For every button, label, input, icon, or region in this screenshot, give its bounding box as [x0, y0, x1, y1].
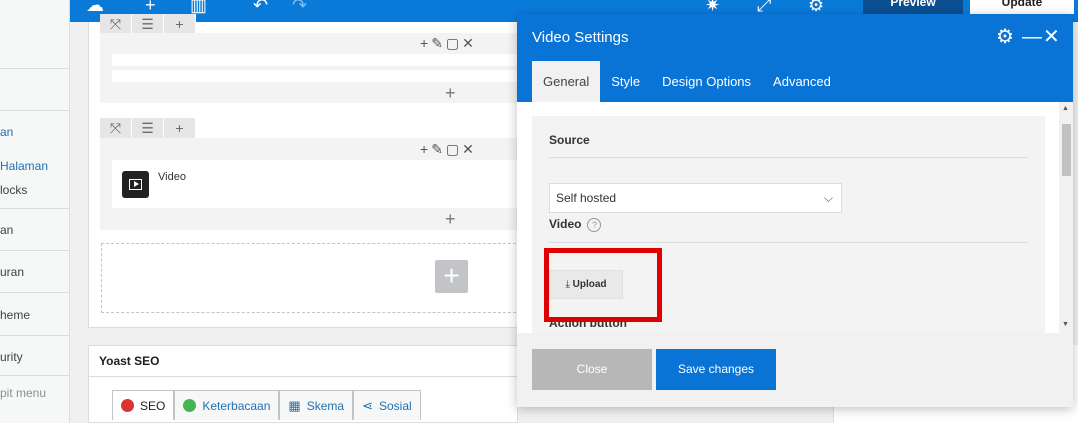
video-field-label: Video? — [549, 217, 602, 232]
scroll-up-icon[interactable]: ▲ — [1062, 105, 1069, 112]
sidebar-item-security[interactable]: urity — [0, 350, 70, 364]
sidebar-item-halaman[interactable]: Halaman — [0, 159, 70, 173]
tab-sosial[interactable]: ⋖ Sosial — [353, 390, 421, 420]
happy-face-icon — [183, 399, 197, 412]
undo-icon[interactable]: ↶ — [253, 0, 268, 14]
tab-general[interactable]: General — [532, 61, 601, 102]
column-content — [112, 54, 517, 66]
add-row-icon[interactable]: + — [164, 118, 196, 138]
panel-footer: Close Save changes — [517, 333, 1073, 407]
share-icon: ⋖ — [362, 397, 373, 413]
tab-advanced[interactable]: Advanced — [762, 61, 842, 102]
edit-icon[interactable]: ✎ — [431, 141, 446, 157]
help-icon[interactable]: ? — [587, 217, 602, 232]
edit-icon[interactable]: ✎ — [431, 35, 446, 51]
add-element-icon[interactable]: + — [145, 0, 156, 14]
video-element-label: Video — [158, 171, 186, 183]
column-tools: +✎▢✕ — [420, 35, 477, 52]
video-element-wrap[interactable] — [112, 160, 517, 208]
video-label-text: Video — [549, 217, 582, 231]
move-row-icon[interactable]: ⤧ — [100, 118, 132, 138]
tab-skema-label: Skema — [306, 398, 345, 413]
source-select-value: Self hosted — [556, 191, 617, 205]
preview-button[interactable]: Preview — [863, 0, 963, 14]
sidebar-divider — [0, 110, 69, 111]
sidebar-item-tampilan[interactable]: an — [0, 223, 70, 237]
sidebar-divider — [0, 335, 69, 336]
add-icon[interactable]: + — [420, 141, 431, 157]
tab-style[interactable]: Style — [600, 61, 651, 102]
tab-keterbacaan-label: Keterbacaan — [202, 398, 271, 413]
sidebar-item-halaman-parent[interactable]: an — [0, 125, 70, 139]
sidebar-divider — [0, 68, 69, 69]
column-content — [112, 70, 517, 82]
gear-icon[interactable]: ⚙ — [996, 26, 1014, 48]
layout-icon[interactable]: ▥ — [190, 0, 207, 14]
tab-seo[interactable]: SEO — [112, 390, 175, 420]
source-label: Source — [549, 133, 590, 147]
add-element-plus[interactable]: + — [445, 84, 456, 102]
video-divider — [549, 242, 1028, 243]
update-button[interactable]: Update — [970, 0, 1074, 14]
highlight-box — [544, 248, 662, 322]
panel-tabs: General Style Design Options Advanced — [532, 61, 842, 102]
responsive-icon[interactable]: ✷ — [705, 0, 720, 14]
sidebar-divider — [0, 292, 69, 293]
panel-scrollbar[interactable]: ▲ ▼ — [1059, 102, 1073, 333]
sidebar-item-theme[interactable]: heme — [0, 308, 70, 322]
close-button[interactable]: Close — [532, 349, 652, 390]
row-layout-icon[interactable]: ☰ — [132, 118, 164, 138]
source-divider — [549, 157, 1028, 158]
logo-icon[interactable]: ☁ — [86, 0, 104, 14]
minimize-icon[interactable]: — — [1022, 26, 1042, 48]
close-icon[interactable]: ✕ — [1043, 26, 1060, 48]
sidebar-divider — [0, 375, 69, 376]
chevron-down-icon: ⌵ — [823, 191, 833, 205]
add-element-plus[interactable]: + — [445, 210, 456, 228]
sidebar-item-blocks[interactable]: locks — [0, 183, 70, 197]
tab-sosial-label: Sosial — [378, 398, 412, 413]
row-controls: ⤧ ☰ + — [100, 118, 196, 138]
yoast-seo-box: Yoast SEO SEO Keterbacaan ▦ Skema ⋖ Sosi… — [88, 345, 518, 423]
panel-title: Video Settings — [532, 29, 629, 46]
admin-sidebar: an Halaman locks an uran heme urity pit … — [0, 0, 70, 423]
grid-icon: ▦ — [288, 397, 301, 413]
expand-icon[interactable]: ⤢ — [757, 0, 771, 14]
panel-body: Source Self hosted ⌵ Video? ⤓ Upload Act… — [517, 102, 1073, 333]
settings-icon[interactable]: ⚙ — [808, 0, 824, 14]
panel-header: Video Settings ⚙ — ✕ General Style Desig… — [517, 14, 1073, 102]
copy-icon[interactable]: ▢ — [446, 141, 462, 157]
tab-skema[interactable]: ▦ Skema — [279, 390, 354, 420]
copy-icon[interactable]: ▢ — [446, 35, 462, 51]
yoast-title: Yoast SEO — [99, 354, 160, 368]
add-row-icon[interactable]: + — [164, 14, 196, 34]
scroll-down-icon[interactable]: ▼ — [1062, 321, 1069, 328]
settings-section: Source Self hosted ⌵ Video? ⤓ Upload Act… — [532, 116, 1045, 333]
row-controls: ⤧ ☰ + — [100, 14, 196, 34]
tab-keterbacaan[interactable]: Keterbacaan — [174, 390, 280, 420]
tab-seo-label: SEO — [140, 398, 166, 413]
delete-icon[interactable]: ✕ — [462, 35, 477, 51]
scroll-thumb[interactable] — [1062, 124, 1071, 176]
column-tools: +✎▢✕ — [420, 141, 477, 158]
yoast-tabs: SEO Keterbacaan ▦ Skema ⋖ Sosial — [112, 390, 421, 420]
redo-icon[interactable]: ↷ — [292, 0, 307, 14]
save-changes-button[interactable]: Save changes — [656, 349, 776, 390]
add-new-element-button[interactable]: + — [435, 260, 468, 293]
sidebar-divider — [0, 208, 69, 209]
video-element-icon — [122, 171, 149, 198]
sidebar-collapse-menu[interactable]: pit menu — [0, 386, 70, 400]
tab-design-options[interactable]: Design Options — [651, 61, 762, 102]
source-select[interactable]: Self hosted ⌵ — [549, 183, 842, 213]
sad-face-icon — [121, 399, 134, 412]
video-settings-panel: Video Settings ⚙ — ✕ General Style Desig… — [517, 14, 1073, 407]
delete-icon[interactable]: ✕ — [462, 141, 477, 157]
sidebar-divider — [0, 250, 69, 251]
add-icon[interactable]: + — [420, 35, 431, 51]
move-row-icon[interactable]: ⤧ — [100, 14, 132, 34]
row-layout-icon[interactable]: ☰ — [132, 14, 164, 34]
sidebar-item-pengaturan[interactable]: uran — [0, 265, 70, 279]
yoast-divider — [89, 376, 517, 377]
